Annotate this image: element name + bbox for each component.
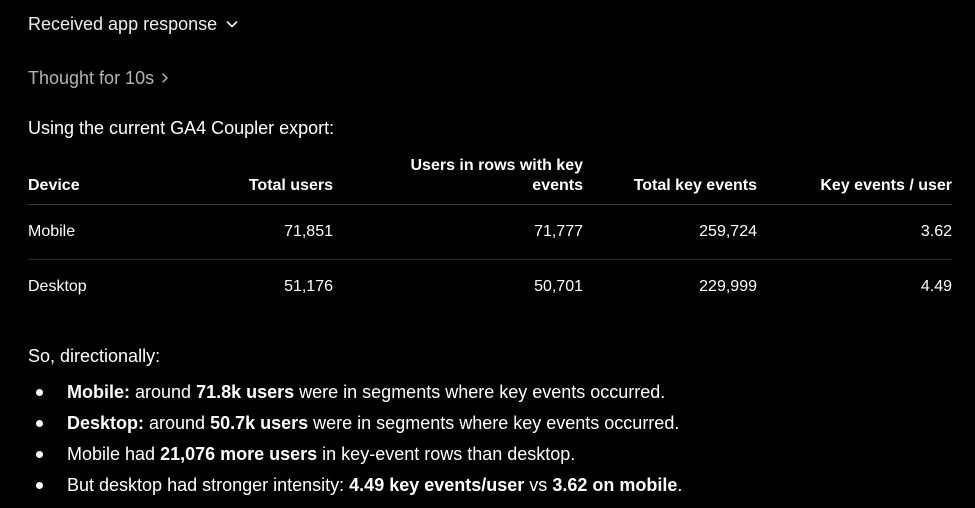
bullet-dot-icon	[36, 420, 43, 427]
chevron-down-icon	[225, 17, 239, 31]
bullet-bold-text: 71.8k users	[196, 382, 295, 402]
bullet-bold-text: 4.49 key events/user	[349, 475, 525, 495]
list-item: Mobile had 21,076 more users in key-even…	[28, 442, 682, 473]
summary-heading: So, directionally:	[28, 346, 161, 366]
bullet-text: were in segments where key events occurr…	[308, 413, 680, 433]
header-users-in-rows: Users in rows with key events	[333, 156, 583, 205]
bullet-bold-text: 3.62 on mobile	[552, 475, 678, 495]
bullet-dot-icon	[36, 451, 43, 458]
cell-total-users: 51,176	[284, 278, 333, 295]
cell-key-events-per-user: 3.62	[757, 204, 952, 260]
bullet-text: vs	[524, 475, 553, 495]
cell-users-in-rows: 71,777	[333, 204, 583, 260]
bullet-bold-text: Desktop:	[67, 413, 145, 433]
header-total-key-events: Total key events	[583, 156, 757, 205]
summary-bullet-list: Mobile: around 71.8k users were in segme…	[28, 380, 682, 504]
bullet-dot-icon	[36, 389, 43, 396]
cell-users-in-rows: 50,701	[534, 278, 583, 295]
bullet-text: in key-event rows than desktop.	[317, 444, 576, 464]
bullet-dot-icon	[36, 482, 43, 489]
cell-key-events-per-user: 4.49	[920, 278, 952, 295]
bullet-bold-text: 21,076 more users	[160, 444, 318, 464]
cell-total-users: 71,851	[178, 204, 333, 260]
list-item: Desktop: around 50.7k users were in segm…	[28, 411, 682, 442]
header-key-events-per-user: Key events / user	[757, 156, 952, 205]
cell-device: Mobile	[28, 204, 178, 260]
received-app-response-toggle[interactable]: Received app response	[28, 12, 239, 36]
bullet-text: Mobile had	[67, 444, 161, 464]
cell-device: Desktop	[28, 278, 87, 295]
bullet-bold-text: Mobile:	[67, 382, 130, 402]
table-header-row: Device Total users Users in rows with ke…	[28, 156, 952, 205]
list-item: But desktop had stronger intensity: 4.49…	[28, 473, 682, 504]
received-app-response-label: Received app response	[28, 14, 218, 34]
intro-text: Using the current GA4 Coupler export:	[28, 118, 335, 138]
thought-duration-label: Thought for 10s	[28, 68, 155, 88]
table-row: Mobile 71,851 71,777 259,724 3.62	[28, 204, 952, 260]
bullet-bold-text: 50.7k users	[210, 413, 309, 433]
bullet-text: around	[144, 413, 211, 433]
bullet-text: around	[130, 382, 197, 402]
bullet-text: were in segments where key events occurr…	[294, 382, 666, 402]
device-metrics-table: Device Total users Users in rows with ke…	[28, 156, 952, 314]
thought-duration-toggle[interactable]: Thought for 10s	[28, 66, 170, 90]
cell-total-key-events: 229,999	[699, 278, 757, 295]
header-users-in-rows-label: Users in rows with key events	[410, 157, 583, 194]
header-device: Device	[28, 156, 178, 205]
cell-total-key-events: 259,724	[583, 204, 757, 260]
table-row: Desktop 51,176 50,701 229,999 4.49	[28, 260, 952, 315]
bullet-text: .	[677, 475, 683, 495]
list-item: Mobile: around 71.8k users were in segme…	[28, 380, 682, 411]
header-total-users: Total users	[178, 156, 333, 205]
chevron-right-icon	[160, 71, 170, 85]
bullet-text: But desktop had stronger intensity:	[67, 475, 350, 495]
